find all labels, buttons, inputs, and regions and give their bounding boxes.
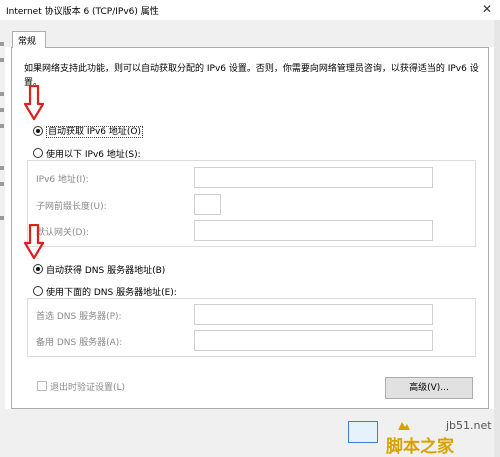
alternate-dns-field[interactable] bbox=[194, 330, 433, 351]
radio-auto-dns-label[interactable]: 自动获得 DNS 服务器地址(B) bbox=[46, 263, 165, 276]
subnet-prefix-field[interactable] bbox=[194, 194, 221, 215]
advanced-button[interactable]: 高级(V)... bbox=[385, 377, 473, 399]
ipv6-address-field[interactable] bbox=[194, 167, 433, 188]
background-window-right-edge bbox=[494, 20, 500, 457]
radio-auto-ipv6-label-wrap: 自动获取 IPv6 地址(O) bbox=[46, 124, 143, 138]
preferred-dns-label: 首选 DNS 服务器(P): bbox=[36, 312, 122, 322]
radio-manual-ipv6[interactable] bbox=[33, 148, 43, 158]
close-icon[interactable]: ✕ bbox=[482, 2, 492, 16]
radio-auto-dns[interactable] bbox=[33, 264, 43, 274]
radio-auto-ipv6[interactable] bbox=[33, 126, 43, 136]
radio-auto-ipv6-label[interactable]: 自动获取 IPv6 地址(O) bbox=[46, 126, 143, 138]
radio-manual-dns[interactable] bbox=[33, 286, 43, 296]
subnet-prefix-label: 子网前缀长度(U): bbox=[36, 202, 107, 212]
watermark-logo-icon bbox=[398, 422, 410, 430]
radio-manual-ipv6-label[interactable]: 使用以下 IPv6 地址(S): bbox=[46, 147, 143, 160]
preferred-dns-field[interactable] bbox=[194, 304, 433, 325]
tab-general[interactable]: 常规 bbox=[12, 31, 46, 48]
validate-settings-checkbox[interactable] bbox=[37, 381, 47, 391]
background-window-left-edge bbox=[0, 20, 5, 457]
annotation-arrow-down-icon bbox=[24, 224, 44, 260]
ipv6-address-label: IPv6 地址(I): bbox=[36, 175, 89, 185]
watermark-name: 脚本之家 bbox=[386, 437, 454, 457]
title-bar: Internet 协议版本 6 (TCP/IPv6) 属性 ✕ bbox=[0, 0, 500, 20]
description-text: 如果网络支持此功能，则可以自动获取分配的 IPv6 设置。否则，你需要向网络管理… bbox=[24, 64, 479, 88]
annotation-arrow-down-icon bbox=[24, 85, 44, 121]
watermark-site: jb51.net bbox=[446, 419, 492, 432]
radio-manual-dns-label[interactable]: 使用下面的 DNS 服务器地址(E): bbox=[46, 285, 179, 298]
ok-button[interactable] bbox=[348, 421, 378, 443]
default-gateway-field[interactable] bbox=[194, 220, 433, 241]
validate-settings-label: 退出时验证设置(L) bbox=[50, 383, 126, 393]
window-title: Internet 协议版本 6 (TCP/IPv6) 属性 bbox=[6, 7, 159, 17]
alternate-dns-label: 备用 DNS 服务器(A): bbox=[36, 338, 123, 348]
tab-bar bbox=[5, 20, 494, 47]
